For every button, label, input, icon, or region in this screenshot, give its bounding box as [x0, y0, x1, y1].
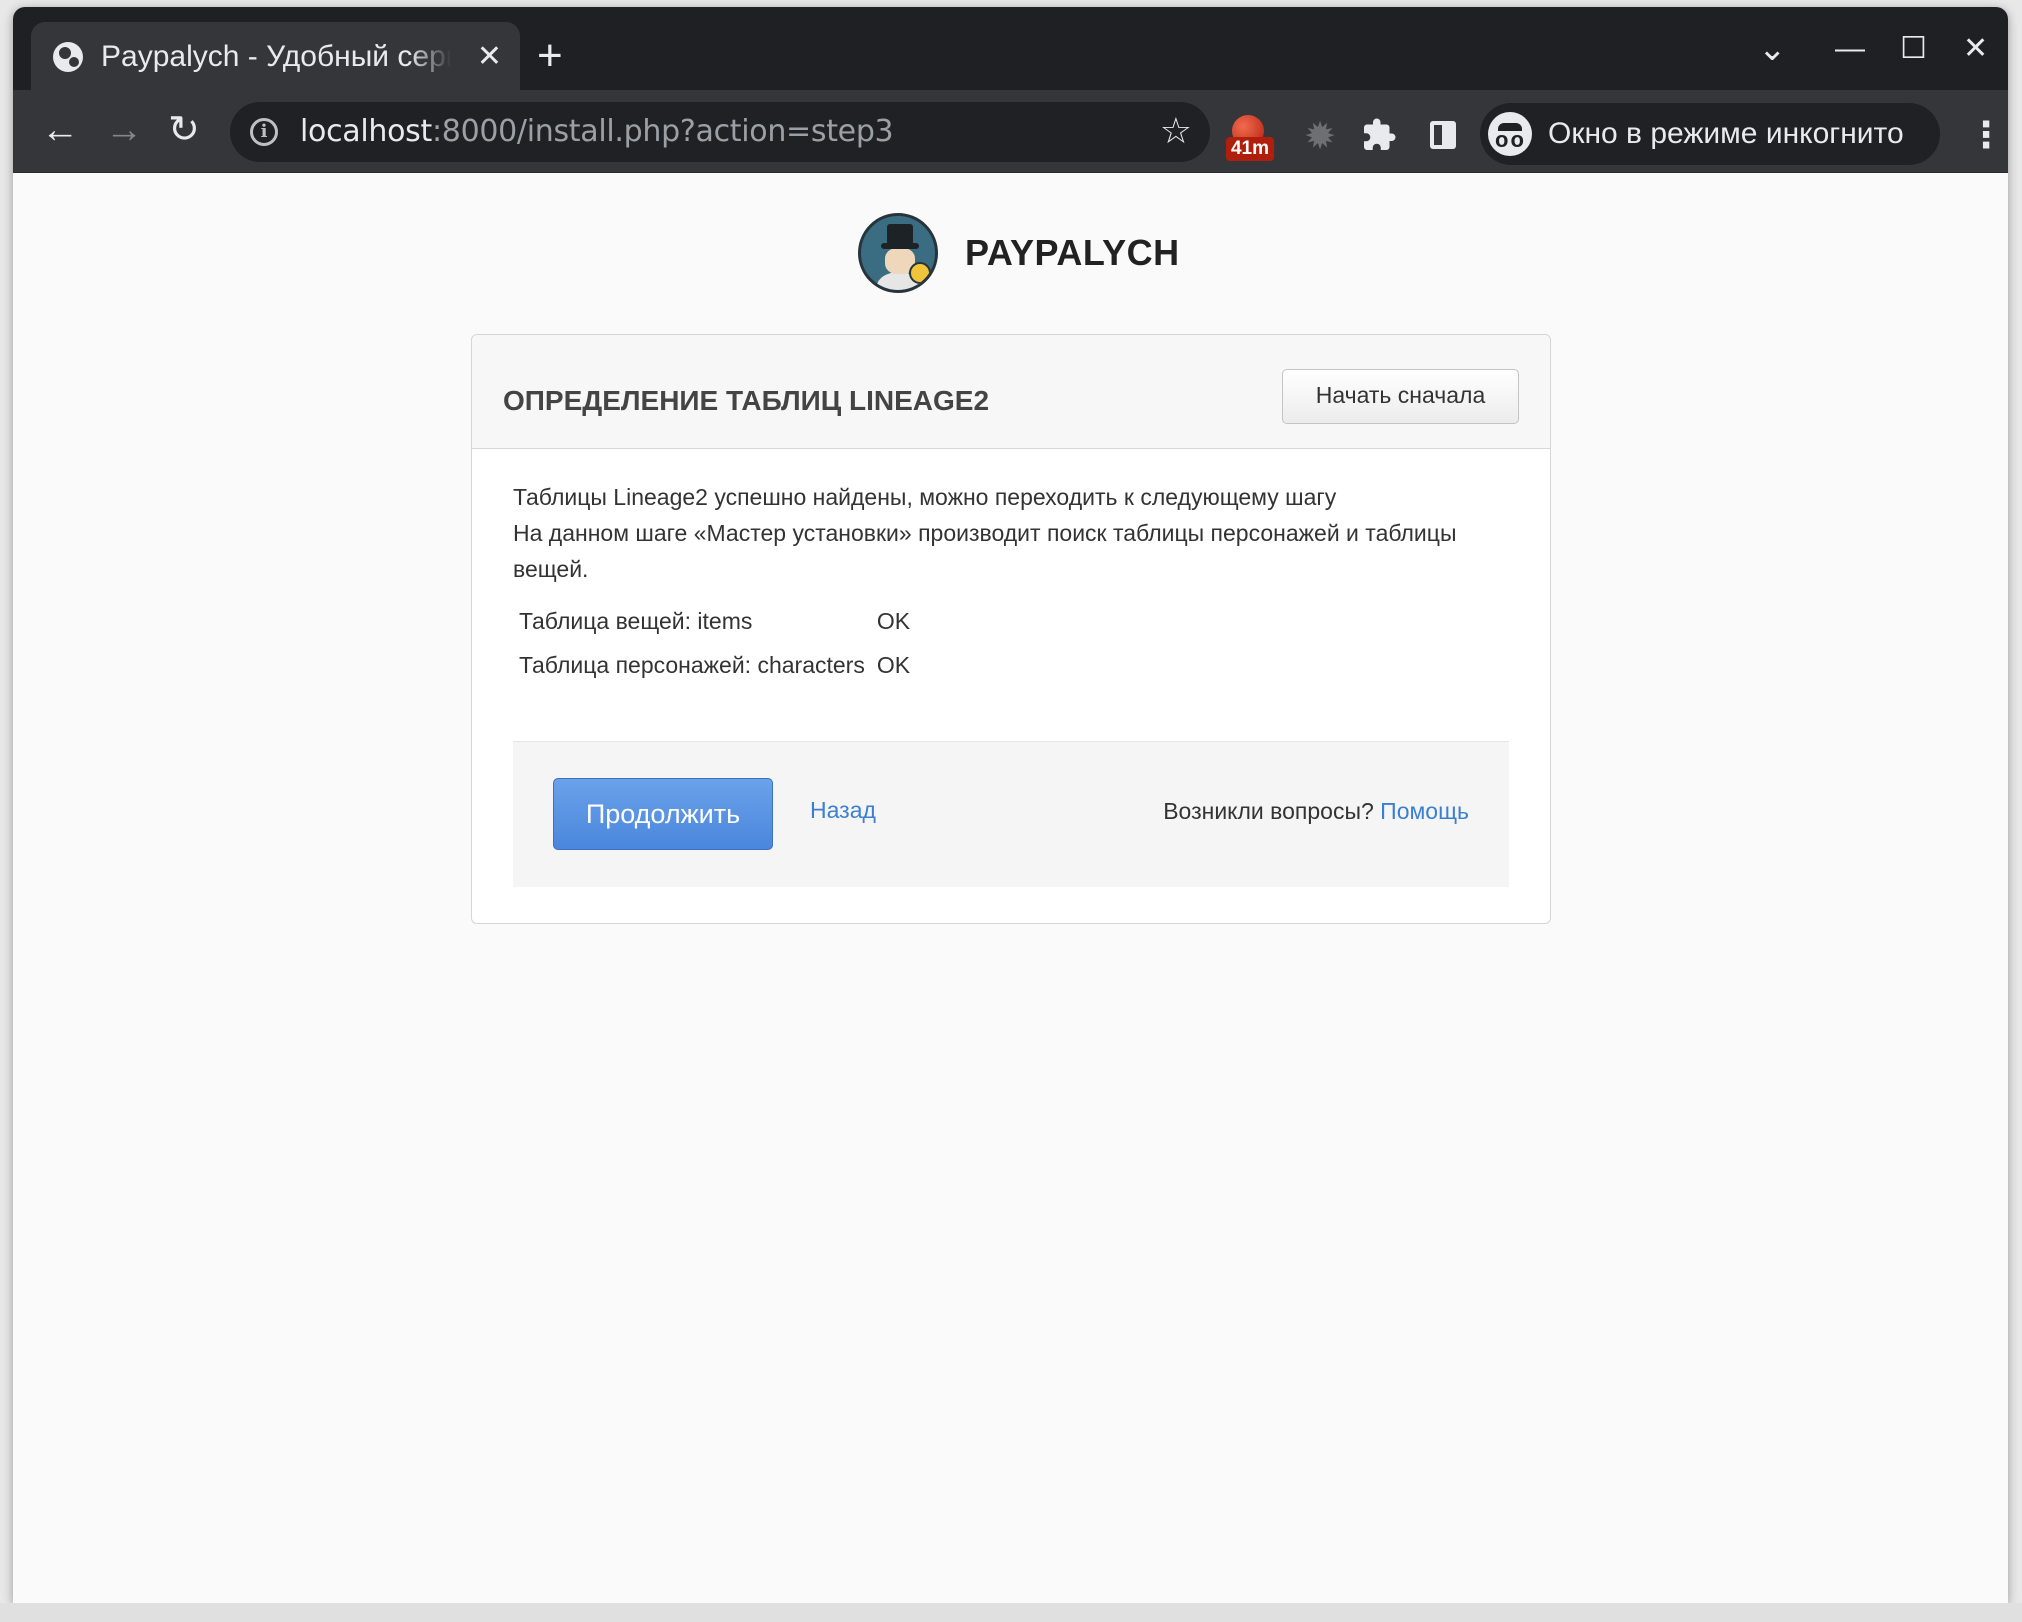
incognito-label: Окно в режиме инкогнито: [1548, 117, 1904, 150]
address-bar[interactable]: i localhost:8000/install.php?action=step…: [230, 102, 1210, 162]
page-title: ОПРЕДЕЛЕНИЕ ТАБЛИЦ LINEAGE2: [503, 385, 990, 416]
reload-button[interactable]: ↻: [168, 108, 200, 152]
browser-window: Paypalych - Удобный сервис ✕ + ⌄ — ☐ ✕ ←…: [13, 7, 2008, 1603]
brand-header: PAYPALYCH: [858, 212, 1180, 294]
success-message: Таблицы Lineage2 успешно найдены, можно …: [513, 484, 1337, 510]
maximize-button[interactable]: ☐: [1900, 29, 1927, 69]
table-status: OK: [876, 651, 911, 678]
url-text[interactable]: localhost:8000/install.php?action=step3: [300, 114, 894, 150]
help-text: Возникли вопросы? Помощь: [1163, 798, 1469, 825]
bookmark-star-icon[interactable]: ☆: [1160, 110, 1192, 152]
minimize-button[interactable]: —: [1835, 29, 1865, 69]
help-link[interactable]: Помощь: [1380, 798, 1469, 824]
info-icon[interactable]: i: [250, 118, 278, 146]
tab-strip: Paypalych - Удобный сервис ✕ + ⌄ — ☐ ✕: [13, 7, 2008, 92]
step-description: На данном шаге «Мастер установки» произв…: [513, 520, 1457, 582]
tab-close-icon[interactable]: ✕: [477, 40, 502, 74]
help-question: Возникли вопросы?: [1163, 798, 1374, 824]
incognito-chip[interactable]: Окно в режиме инкогнито: [1480, 103, 1940, 165]
table-status: OK: [876, 607, 911, 634]
table-label: Таблица персонажей: characters: [519, 651, 865, 678]
table-label: Таблица вещей: items: [519, 607, 753, 634]
side-panel-icon[interactable]: [1430, 121, 1456, 149]
extension-badge: 41m: [1226, 137, 1274, 161]
tab-search-icon[interactable]: ⌄: [1758, 29, 1787, 69]
table-row: Таблица вещей: items OK: [513, 599, 916, 643]
forward-button[interactable]: →: [105, 108, 143, 152]
browser-tab[interactable]: Paypalych - Удобный сервис ✕: [31, 22, 520, 92]
restart-button[interactable]: Начать сначала: [1282, 369, 1519, 424]
card-body: Таблицы Lineage2 успешно найдены, можно …: [513, 479, 1513, 687]
continue-button[interactable]: Продолжить: [553, 778, 773, 850]
incognito-icon: [1488, 112, 1532, 156]
timer-extension-icon[interactable]: 41m: [1226, 115, 1274, 161]
gear-extension-icon[interactable]: ✹: [1303, 118, 1337, 156]
close-window-button[interactable]: ✕: [1963, 29, 1988, 69]
puzzle-extensions-icon[interactable]: [1361, 117, 1397, 153]
globe-icon: [53, 42, 83, 72]
back-link[interactable]: Назад: [810, 797, 876, 824]
install-card: ОПРЕДЕЛЕНИЕ ТАБЛИЦ LINEAGE2 Начать снача…: [471, 334, 1551, 924]
tables-status: Таблица вещей: items OK Таблица персонаж…: [513, 599, 916, 687]
tab-title: Paypalych - Удобный сервис: [101, 40, 451, 73]
actions-bar: Продолжить Назад Возникли вопросы? Помощ…: [513, 741, 1509, 887]
card-header: ОПРЕДЕЛЕНИЕ ТАБЛИЦ LINEAGE2 Начать снача…: [472, 335, 1550, 449]
new-tab-button[interactable]: +: [537, 31, 563, 81]
page-content: PAYPALYCH ОПРЕДЕЛЕНИЕ ТАБЛИЦ LINEAGE2 На…: [13, 174, 2008, 1603]
paypalych-logo: [858, 213, 938, 293]
table-row: Таблица персонажей: characters OK: [513, 643, 916, 687]
desktop-bottom: [0, 1603, 2022, 1622]
browser-menu-icon[interactable]: ⋮: [1968, 113, 2004, 157]
brand-name: PAYPALYCH: [965, 232, 1180, 273]
back-button[interactable]: ←: [41, 108, 79, 152]
